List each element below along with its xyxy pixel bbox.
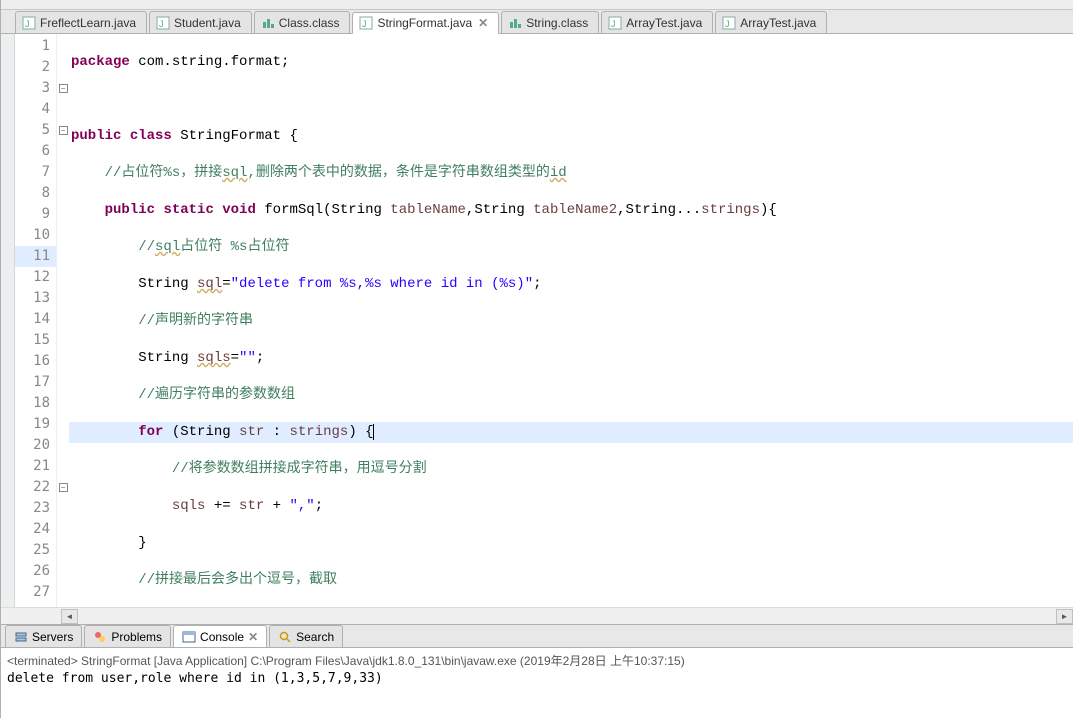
- scroll-left-button[interactable]: ◄: [61, 609, 78, 624]
- fold-toggle[interactable]: −: [57, 78, 69, 99]
- java-file-icon: J: [722, 16, 736, 30]
- line-number: 8: [15, 183, 56, 204]
- line-number: 27: [15, 582, 56, 603]
- btab-label: Search: [296, 630, 334, 644]
- svg-text:J: J: [25, 19, 30, 29]
- line-number: 21: [15, 456, 56, 477]
- tab-label: FreflectLearn.java: [40, 16, 136, 30]
- line-number: 13: [15, 288, 56, 309]
- line-number: 15: [15, 330, 56, 351]
- line-number: 26: [15, 561, 56, 582]
- line-number-gutter: 1 2 3 4 5 6 7 8 9 10 11 12 13 14 15 16 1…: [15, 34, 57, 607]
- scroll-track[interactable]: [78, 609, 1056, 624]
- editor-tabs: J FreflectLearn.java J Student.java Clas…: [1, 10, 1073, 34]
- line-number: 20: [15, 435, 56, 456]
- tab-servers[interactable]: Servers: [5, 625, 82, 647]
- line-number: 1: [15, 36, 56, 57]
- line-number: 4: [15, 99, 56, 120]
- line-number: 23: [15, 498, 56, 519]
- line-number: 17: [15, 372, 56, 393]
- servers-icon: [14, 630, 28, 644]
- problems-icon: [93, 630, 107, 644]
- search-icon: [278, 630, 292, 644]
- line-number: 24: [15, 519, 56, 540]
- tab-stringformat[interactable]: J StringFormat.java ✕: [352, 12, 499, 34]
- tab-string-class[interactable]: String.class: [501, 11, 599, 33]
- line-number: 16: [15, 351, 56, 372]
- fold-toggle[interactable]: −: [57, 477, 69, 498]
- svg-text:J: J: [725, 19, 730, 29]
- bottom-view-tabs: Servers Problems Console ✕ Search: [1, 624, 1073, 648]
- tab-label: String.class: [526, 16, 588, 30]
- line-number: 5: [15, 120, 56, 141]
- toolbar[interactable]: [1, 0, 1073, 10]
- console-view[interactable]: <terminated> StringFormat [Java Applicat…: [1, 648, 1073, 718]
- line-number: 22: [15, 477, 56, 498]
- java-file-icon: J: [608, 16, 622, 30]
- console-launch-title: <terminated> StringFormat [Java Applicat…: [7, 652, 1067, 669]
- tab-student[interactable]: J Student.java: [149, 11, 252, 33]
- fold-toggle[interactable]: −: [57, 120, 69, 141]
- horizontal-scrollbar[interactable]: ◄ ►: [1, 607, 1073, 624]
- java-file-icon: J: [156, 16, 170, 30]
- tab-label: ArrayTest.java: [740, 16, 816, 30]
- line-number: 25: [15, 540, 56, 561]
- tab-label: Student.java: [174, 16, 241, 30]
- tab-label: ArrayTest.java: [626, 16, 702, 30]
- line-number: 2: [15, 57, 56, 78]
- tab-problems[interactable]: Problems: [84, 625, 171, 647]
- editor-wrap: 1 2 3 4 5 6 7 8 9 10 11 12 13 14 15 16 1…: [1, 34, 1073, 607]
- btab-label: Problems: [111, 630, 162, 644]
- tab-arraytest1[interactable]: J ArrayTest.java: [601, 11, 713, 33]
- tab-label: Class.class: [279, 16, 340, 30]
- code-editor[interactable]: 1 2 3 4 5 6 7 8 9 10 11 12 13 14 15 16 1…: [15, 34, 1073, 607]
- line-number: 11: [15, 246, 56, 267]
- tab-close-icon[interactable]: ✕: [478, 16, 488, 30]
- ide-window: J FreflectLearn.java J Student.java Clas…: [0, 0, 1073, 718]
- tab-label: StringFormat.java: [377, 16, 472, 30]
- tab-pin-icon[interactable]: ✕: [248, 630, 258, 644]
- line-number: 7: [15, 162, 56, 183]
- tab-arraytest2[interactable]: J ArrayTest.java: [715, 11, 827, 33]
- line-number: 12: [15, 267, 56, 288]
- class-file-icon: [261, 16, 275, 30]
- svg-text:J: J: [159, 19, 164, 29]
- line-number: 3: [15, 78, 56, 99]
- line-number: 6: [15, 141, 56, 162]
- tab-freflectlearn[interactable]: J FreflectLearn.java: [15, 11, 147, 33]
- console-icon: [182, 630, 196, 644]
- line-number: 18: [15, 393, 56, 414]
- svg-text:J: J: [362, 19, 367, 29]
- tab-class-class[interactable]: Class.class: [254, 11, 351, 33]
- line-number: 10: [15, 225, 56, 246]
- tab-search[interactable]: Search: [269, 625, 343, 647]
- line-number: 14: [15, 309, 56, 330]
- btab-label: Servers: [32, 630, 73, 644]
- console-output: delete from user,role where id in (1,3,5…: [7, 671, 1067, 686]
- java-file-icon: J: [359, 16, 373, 30]
- java-file-icon: J: [22, 16, 36, 30]
- fold-strip: − − −: [57, 34, 69, 607]
- marker-bar[interactable]: [1, 34, 15, 607]
- line-number: 19: [15, 414, 56, 435]
- svg-text:J: J: [611, 19, 616, 29]
- class-file-icon: [508, 16, 522, 30]
- line-number: 9: [15, 204, 56, 225]
- tab-console[interactable]: Console ✕: [173, 625, 267, 647]
- btab-label: Console: [200, 630, 244, 644]
- scroll-right-button[interactable]: ►: [1056, 609, 1073, 624]
- code-area[interactable]: package com.string.format; public class …: [69, 34, 1073, 607]
- text-cursor: [373, 424, 374, 440]
